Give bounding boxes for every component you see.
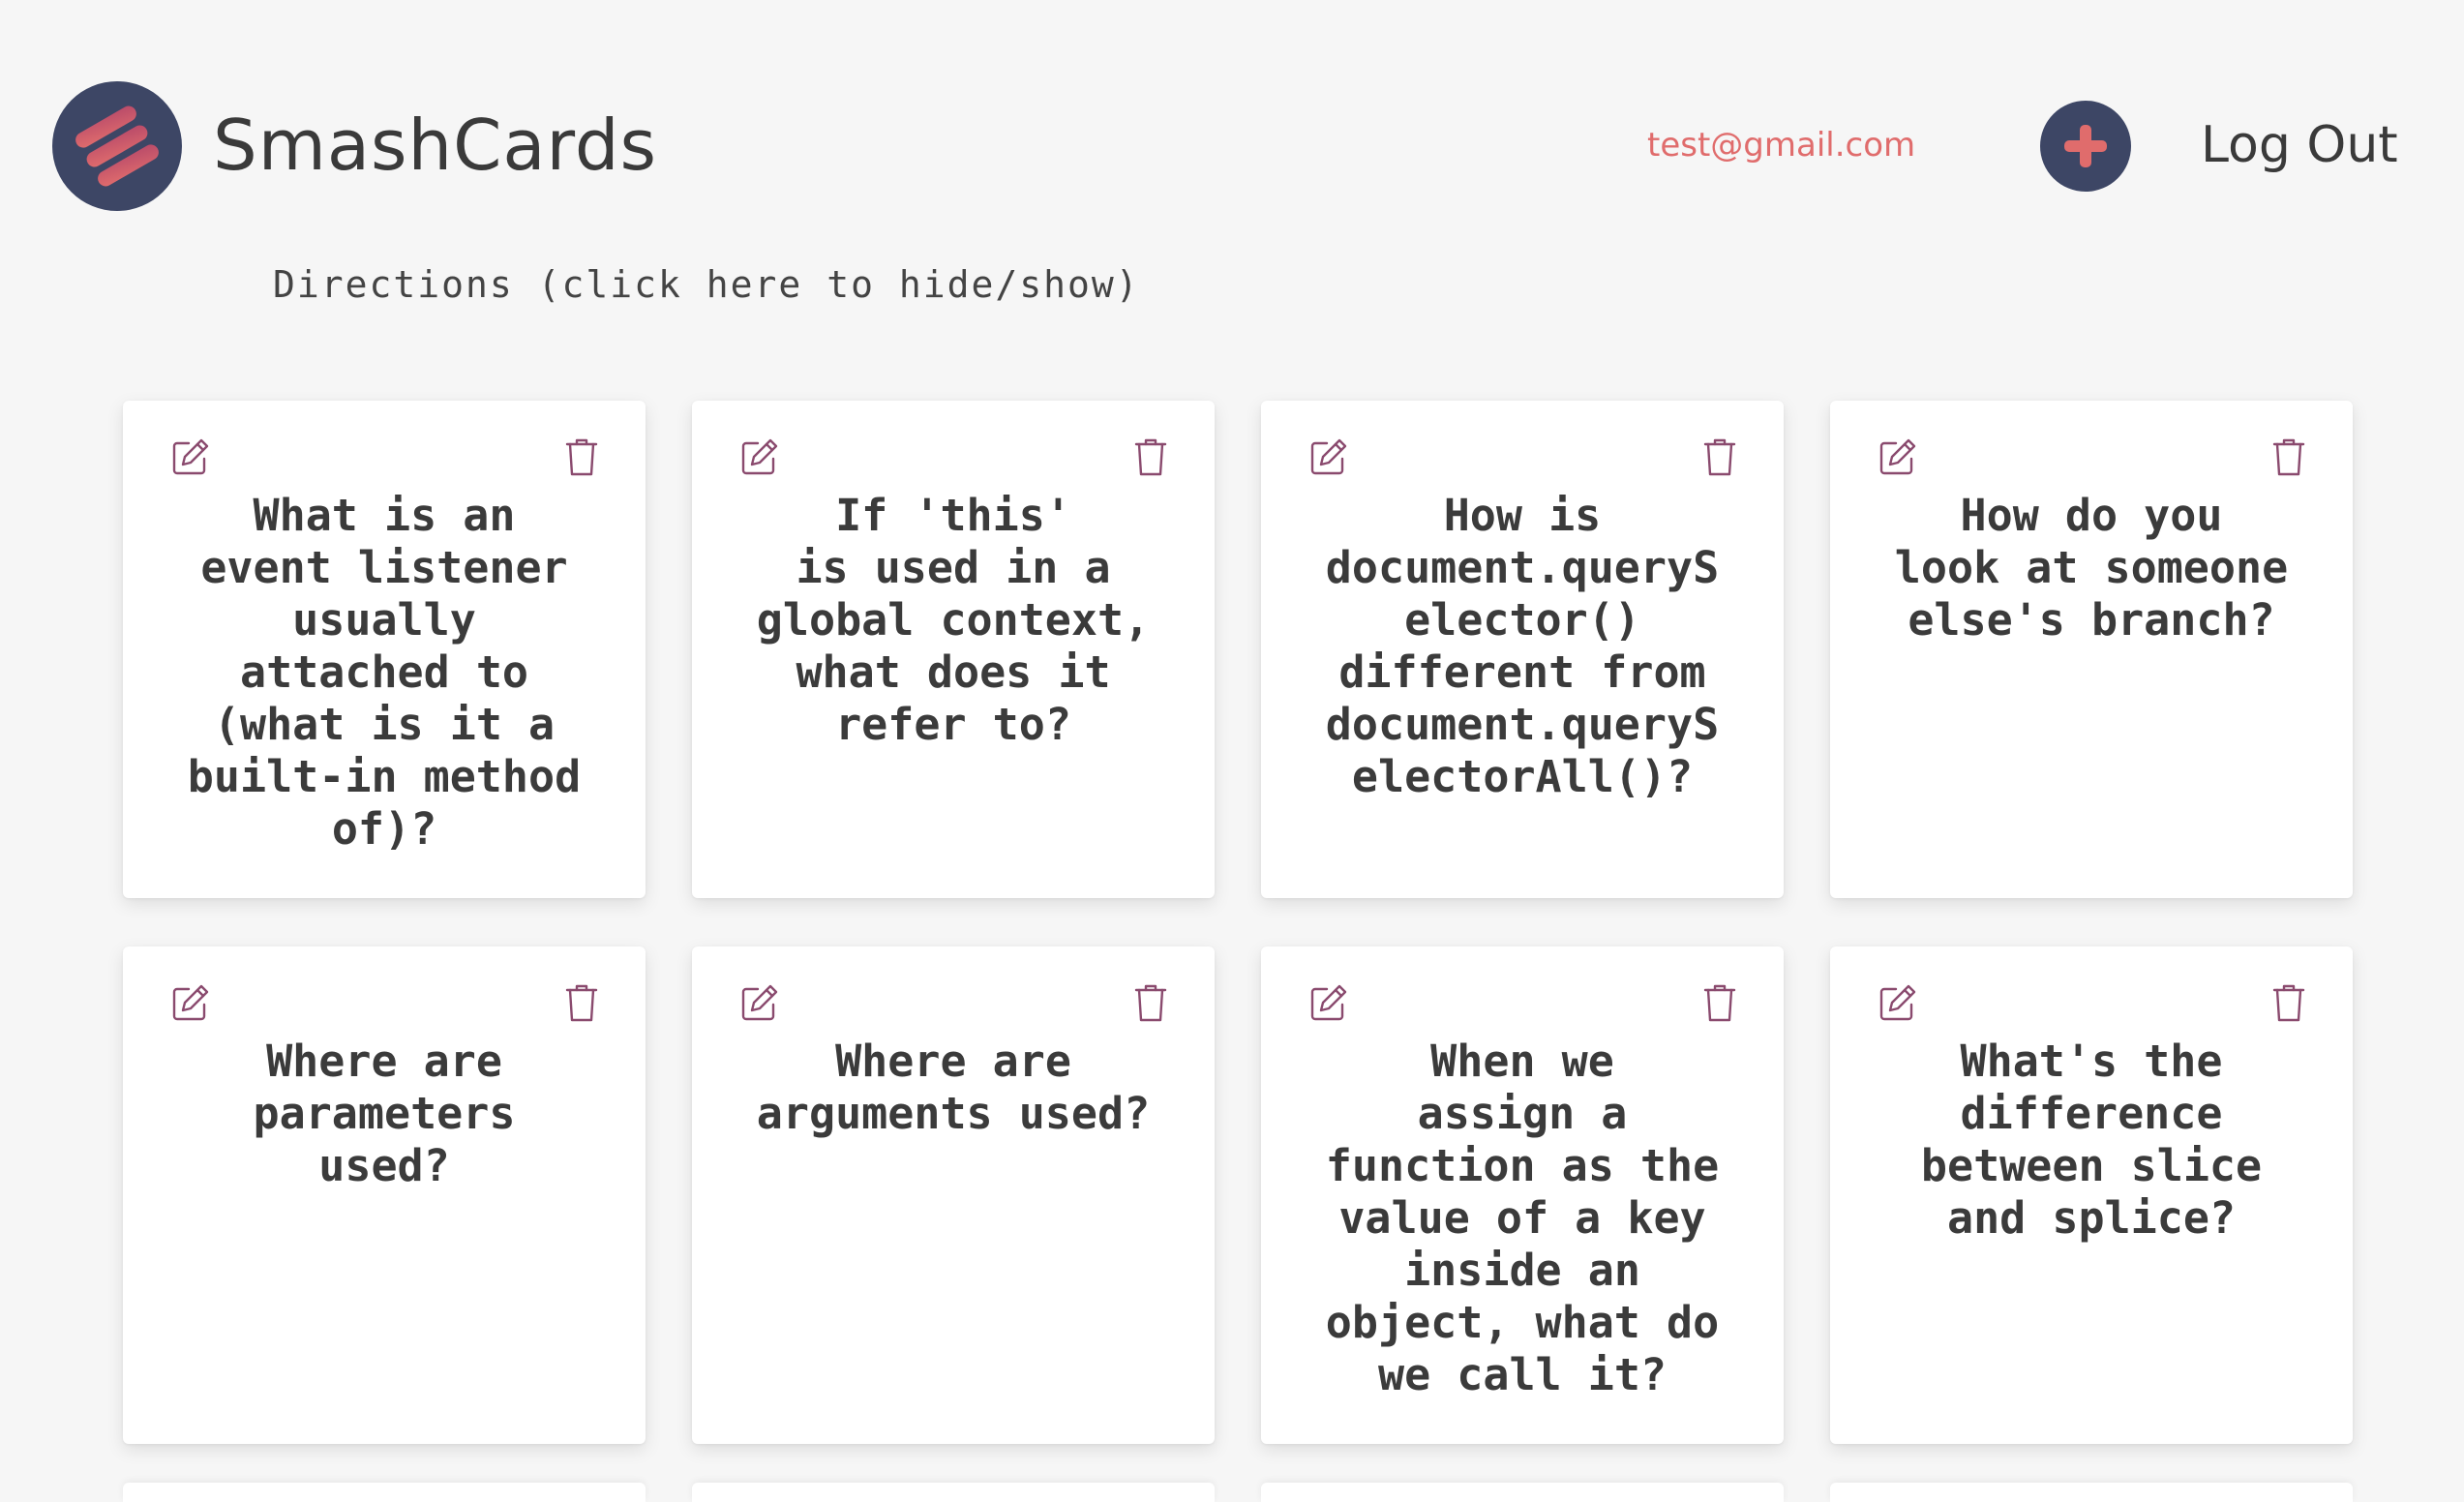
flashcard[interactable]: Where are arguments used?	[692, 946, 1215, 1444]
edit-icon[interactable]	[738, 981, 781, 1024]
app-header: SmashCards test@gmail.com Log Out	[0, 0, 2464, 252]
card-question: What's the difference between slice and …	[1920, 1036, 2263, 1244]
trash-icon[interactable]	[1702, 436, 1737, 478]
edit-icon[interactable]	[1307, 981, 1350, 1024]
edit-icon[interactable]	[169, 981, 212, 1024]
plus-icon	[2064, 125, 2107, 167]
card-peek	[1830, 1483, 2353, 1502]
edit-icon[interactable]	[1307, 436, 1350, 478]
flashcard[interactable]: Where are parameters used?	[123, 946, 646, 1444]
smashcards-logo-icon[interactable]	[52, 81, 182, 211]
trash-icon[interactable]	[1702, 981, 1737, 1024]
flashcard[interactable]: If 'this' is used in a global context, w…	[692, 401, 1215, 898]
brand-title: SmashCards	[213, 105, 658, 186]
edit-icon[interactable]	[1877, 981, 1919, 1024]
card-question: Where are arguments used?	[756, 1036, 1151, 1139]
card-question: How do you look at someone else's branch…	[1894, 490, 2289, 646]
directions-toggle[interactable]: Directions (click here to hide/show)	[273, 261, 1140, 308]
trash-icon[interactable]	[564, 436, 599, 478]
flashcard[interactable]: What is an event listener usually attach…	[123, 401, 646, 898]
card-peek	[123, 1483, 646, 1502]
edit-icon[interactable]	[738, 436, 781, 478]
card-question: If 'this' is used in a global context, w…	[756, 490, 1151, 750]
flashcard[interactable]: How is document.queryS elector() differe…	[1261, 401, 1784, 898]
next-card-row	[123, 1483, 2353, 1502]
trash-icon[interactable]	[2271, 981, 2306, 1024]
flashcard[interactable]: What's the difference between slice and …	[1830, 946, 2353, 1444]
trash-icon[interactable]	[1133, 981, 1168, 1024]
card-question: Where are parameters used?	[253, 1036, 516, 1191]
card-question: When we assign a function as the value o…	[1325, 1036, 1720, 1400]
flashcard[interactable]: How do you look at someone else's branch…	[1830, 401, 2353, 898]
add-card-button[interactable]	[2040, 101, 2131, 192]
flashcard[interactable]: When we assign a function as the value o…	[1261, 946, 1784, 1444]
trash-icon[interactable]	[564, 981, 599, 1024]
trash-icon[interactable]	[1133, 436, 1168, 478]
card-peek	[692, 1483, 1215, 1502]
edit-icon[interactable]	[1877, 436, 1919, 478]
card-question: How is document.queryS elector() differe…	[1325, 490, 1720, 802]
edit-icon[interactable]	[169, 436, 212, 478]
logout-button[interactable]: Log Out	[2201, 114, 2398, 176]
card-peek	[1261, 1483, 1784, 1502]
trash-icon[interactable]	[2271, 436, 2306, 478]
card-grid: What is an event listener usually attach…	[123, 401, 2353, 1444]
card-question: What is an event listener usually attach…	[187, 490, 582, 855]
user-email: test@gmail.com	[1647, 126, 1916, 165]
